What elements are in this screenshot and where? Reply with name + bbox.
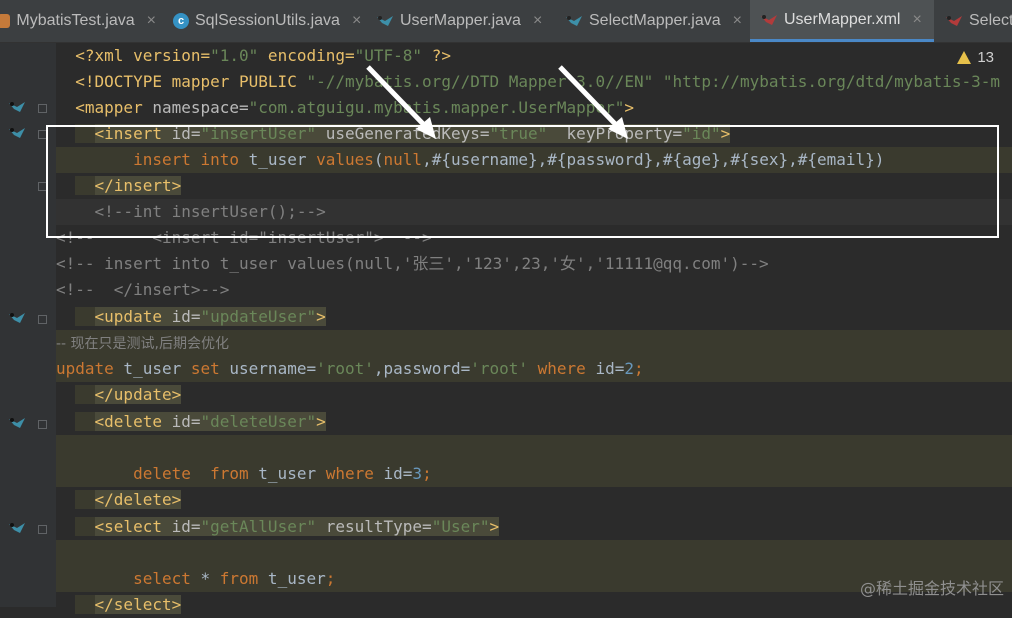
code-line[interactable]: <mapper namespace="com.atguigu.mybatis.m… (56, 95, 1012, 121)
mybatis-navigate-icon[interactable] (8, 100, 26, 114)
code-line[interactable]: <?xml version="1.0" encoding="UTF-8" ?> (56, 43, 1012, 69)
mybatis-navigate-icon[interactable] (8, 416, 26, 430)
tab-mybatistest-java[interactable]: MybatisTest.java × (0, 0, 156, 42)
tab-usermapper-xml[interactable]: UserMapper.xml × (750, 0, 934, 42)
fold-marker[interactable] (38, 315, 47, 324)
code-line[interactable]: <delete id="deleteUser"> (56, 409, 1012, 435)
java-class-icon (0, 14, 11, 28)
code-line[interactable]: <!-- insert into t_user values(null,'张三'… (56, 251, 1012, 277)
code-line[interactable]: -- 现在只是测试,后期会优化 (56, 330, 1012, 356)
close-icon[interactable]: × (912, 11, 921, 29)
tab-label: SqlSessionUtils.java (195, 12, 340, 29)
code-line[interactable]: <select id="getAllUser" resultType="User… (56, 514, 1012, 540)
code-line[interactable]: <!DOCTYPE mapper PUBLIC "-//mybatis.org/… (56, 69, 1012, 95)
annotation-arrow-icon (558, 65, 628, 139)
annotation-arrow-icon (366, 65, 436, 139)
code-line[interactable]: </delete> (56, 487, 1012, 513)
mybatis-navigate-icon[interactable] (8, 311, 26, 325)
tab-label: SelectMapper.java (589, 12, 721, 29)
tab-label: MybatisTest.java (16, 12, 135, 29)
mybatis-navigate-icon[interactable] (8, 521, 26, 535)
close-icon[interactable]: × (147, 12, 156, 30)
watermark: @稀土掘金技术社区 (859, 579, 1004, 598)
tab-label: Select (969, 12, 1012, 29)
code-line[interactable] (56, 540, 1012, 566)
mybatis-xml-icon (761, 14, 777, 25)
tab-label: UserMapper.java (400, 12, 521, 29)
close-icon[interactable]: × (533, 12, 542, 30)
close-icon[interactable]: × (352, 12, 361, 30)
code-line[interactable] (56, 435, 1012, 461)
fold-marker[interactable] (38, 525, 47, 534)
mybatis-xml-icon (946, 16, 962, 26)
fold-marker[interactable] (38, 104, 47, 113)
mybatis-mapper-icon (377, 16, 393, 26)
tab-sqlsessionutils-java[interactable]: c SqlSessionUtils.java × (163, 0, 364, 42)
annotation-highlight-box (46, 125, 999, 238)
mybatis-mapper-icon (566, 16, 582, 26)
code-line[interactable]: <!-- </insert>--> (56, 277, 1012, 303)
code-editor[interactable]: 13 <?xml version="1.0" encoding="UTF-8" … (0, 43, 1012, 614)
code-line[interactable]: </update> (56, 382, 1012, 408)
code-line[interactable]: delete from t_user where id=3; (56, 461, 1012, 487)
mybatis-navigate-icon[interactable] (8, 126, 26, 140)
code-line[interactable]: <update id="updateUser"> (56, 304, 1012, 330)
tab-label: UserMapper.xml (784, 10, 901, 28)
code-line[interactable]: update t_user set username='root',passwo… (56, 356, 1012, 382)
tab-select-xml[interactable]: Select (937, 0, 1012, 42)
tab-selectmapper-java[interactable]: SelectMapper.java × (555, 0, 748, 42)
editor-tab-bar: MybatisTest.java × c SqlSessionUtils.jav… (0, 0, 1012, 43)
fold-marker[interactable] (38, 420, 47, 429)
class-c-icon: c (173, 13, 189, 29)
close-icon[interactable]: × (733, 12, 742, 30)
tab-usermapper-java[interactable]: UserMapper.java × (366, 0, 552, 42)
